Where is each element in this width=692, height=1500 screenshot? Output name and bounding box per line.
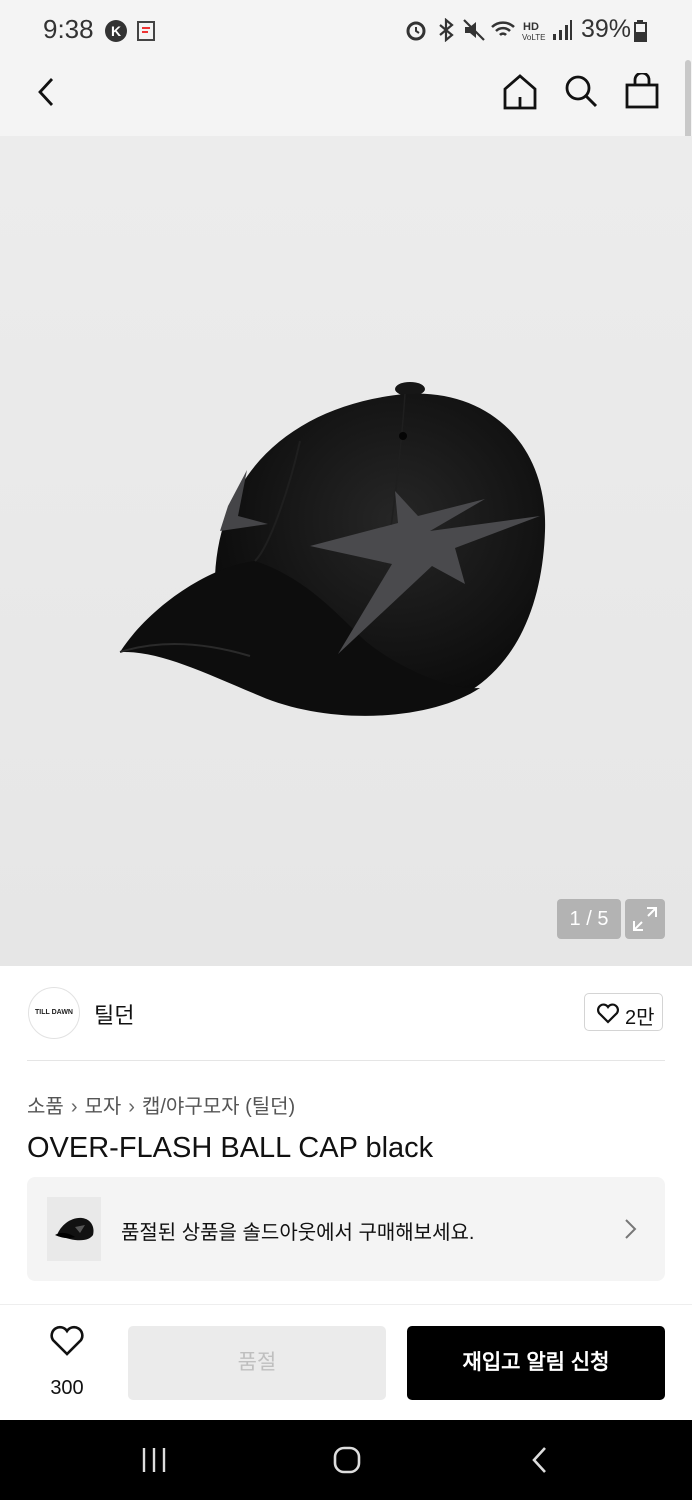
back-arrow-icon[interactable] [34, 76, 60, 108]
soldout-button[interactable]: 품절 [128, 1326, 386, 1400]
product-image [119, 382, 546, 716]
svg-text:K: K [111, 23, 121, 39]
wish-count: 300 [50, 1377, 84, 1399]
breadcrumb-item[interactable]: 소품 [27, 1096, 64, 1118]
brand-row[interactable]: TILL DAWN 틸던 2만 [0, 966, 692, 1060]
bottom-action-bar: 300 품절 재입고 알림 신청 [0, 1304, 692, 1421]
wifi-icon [491, 21, 515, 36]
notification-app-icon [137, 21, 155, 41]
recent-apps-icon[interactable] [140, 1446, 168, 1474]
expand-button[interactable] [625, 899, 665, 939]
breadcrumb: 소품 › 모자 › 캡/야구모자 (틸던) [27, 1090, 295, 1119]
status-bar: 9:38 K HD VoLTE 39% [0, 0, 692, 60]
battery-level: 39% [581, 15, 632, 43]
search-icon[interactable] [563, 73, 599, 109]
chevron-right-icon [625, 1219, 637, 1239]
hd-voice-icon: HDVoLTE [522, 21, 545, 42]
restock-alert-button[interactable]: 재입고 알림 신청 [407, 1326, 665, 1400]
product-image-carousel[interactable] [0, 136, 692, 966]
shopping-bag-icon[interactable] [624, 73, 660, 109]
signal-icon [553, 20, 572, 40]
bluetooth-icon [439, 18, 454, 42]
divider [27, 1060, 665, 1061]
app-bar [0, 60, 692, 136]
breadcrumb-item[interactable]: 캡/야구모자 (틸던) [142, 1096, 295, 1118]
heart-icon [597, 1003, 619, 1024]
wish-button[interactable]: 300 [28, 1325, 106, 1399]
brand-name[interactable]: 틸던 [94, 998, 134, 1030]
back-nav-icon[interactable] [530, 1445, 550, 1475]
heart-icon [50, 1325, 84, 1356]
brand-logo[interactable]: TILL DAWN [28, 987, 80, 1039]
brand-like-button[interactable]: 2만 [584, 993, 663, 1031]
soldout-banner[interactable]: 품절된 상품을 솔드아웃에서 구매해보세요. [27, 1177, 665, 1281]
soldout-thumbnail [47, 1197, 101, 1261]
breadcrumb-item[interactable]: 모자 [84, 1096, 121, 1118]
status-time: 9:38 [43, 14, 94, 44]
home-nav-icon[interactable] [332, 1445, 362, 1475]
home-icon[interactable] [502, 73, 538, 111]
product-title: OVER-FLASH BALL CAP black [27, 1132, 434, 1164]
soldout-banner-text: 품절된 상품을 솔드아웃에서 구매해보세요. [121, 1222, 475, 1244]
system-nav-bar [0, 1420, 692, 1500]
expand-icon [633, 907, 657, 931]
chevron-right-icon: › [70, 1096, 78, 1118]
svg-text:HD: HD [523, 21, 539, 33]
battery-icon [634, 20, 647, 42]
brand-like-count: 2만 [625, 1007, 655, 1029]
k-app-icon: K [105, 20, 127, 42]
svg-text:VoLTE: VoLTE [522, 33, 545, 42]
cap-thumbnail [55, 1217, 94, 1241]
mute-icon [463, 19, 485, 41]
chevron-right-icon: › [128, 1096, 135, 1118]
alarm-icon [406, 21, 426, 41]
image-counter: 1 / 5 [557, 899, 621, 939]
